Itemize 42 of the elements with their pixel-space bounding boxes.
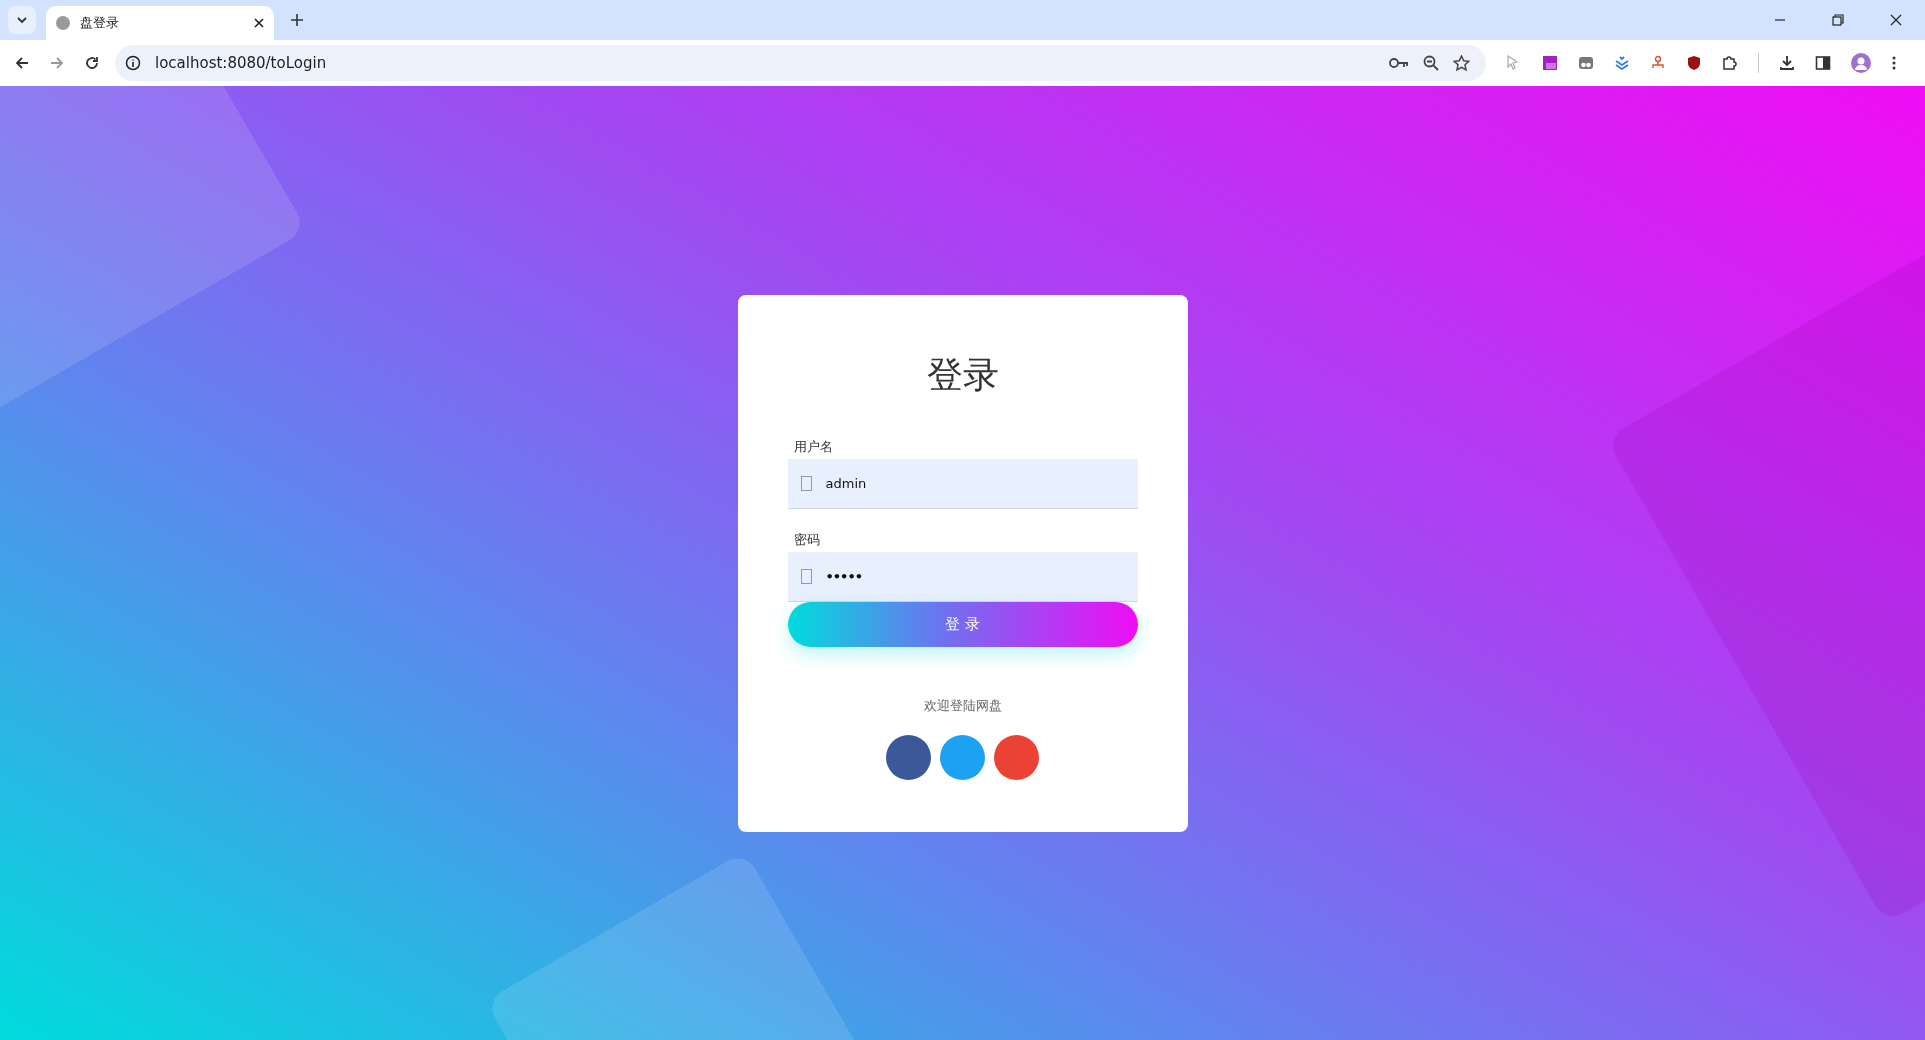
social-login-button[interactable] [994,734,1039,780]
welcome-text: 欢迎登陆网盘 [923,696,1002,715]
field-value: ••••• [825,568,864,584]
side-panel-icon[interactable] [1815,55,1831,71]
browser-tab[interactable]: 盘登录 [46,6,274,40]
login-button[interactable]: 登 录 [787,601,1138,647]
extension-icon[interactable] [1578,55,1594,71]
forward-icon[interactable] [49,55,65,71]
field-label: 密码 [793,530,820,549]
menu-icon[interactable] [1891,55,1897,71]
username-field[interactable]: admin [787,458,1138,509]
zoom-out-icon[interactable] [1423,55,1439,71]
shield-icon[interactable] [1686,55,1702,71]
network-icon[interactable] [1650,55,1666,71]
restore-icon[interactable] [1832,14,1844,26]
download-icon[interactable] [1779,55,1795,71]
key-icon[interactable] [1389,56,1409,70]
layers-icon[interactable] [1614,55,1630,71]
star-icon[interactable] [1453,54,1470,72]
social-login-button[interactable] [940,734,985,780]
close-tab-icon[interactable] [254,18,264,28]
reload-icon[interactable] [84,55,100,71]
chevron-down-icon [16,14,28,26]
tab-title: 盘登录 [80,14,120,32]
missing-glyph-icon [800,568,812,584]
profile-avatar-icon[interactable] [1851,53,1871,73]
social-login-button[interactable] [886,734,931,780]
puzzle-icon[interactable] [1722,55,1738,71]
field-label: 用户名 [793,437,833,456]
favicon-icon [56,16,70,30]
login-title: 登录 [926,352,999,397]
close-icon[interactable] [1890,14,1902,26]
field-value: admin [825,475,868,491]
back-icon[interactable] [14,55,30,71]
address-text: localhost:8080/toLogin [155,54,327,72]
info-icon[interactable] [125,55,141,71]
tab-list-button[interactable] [8,6,36,34]
password-field[interactable]: ••••• [787,551,1138,602]
new-tab-icon[interactable] [290,13,304,27]
extension-rp-icon[interactable] [1542,55,1558,71]
address-bar[interactable]: localhost:8080/toLogin [115,45,1486,81]
missing-glyph-icon [800,475,812,491]
